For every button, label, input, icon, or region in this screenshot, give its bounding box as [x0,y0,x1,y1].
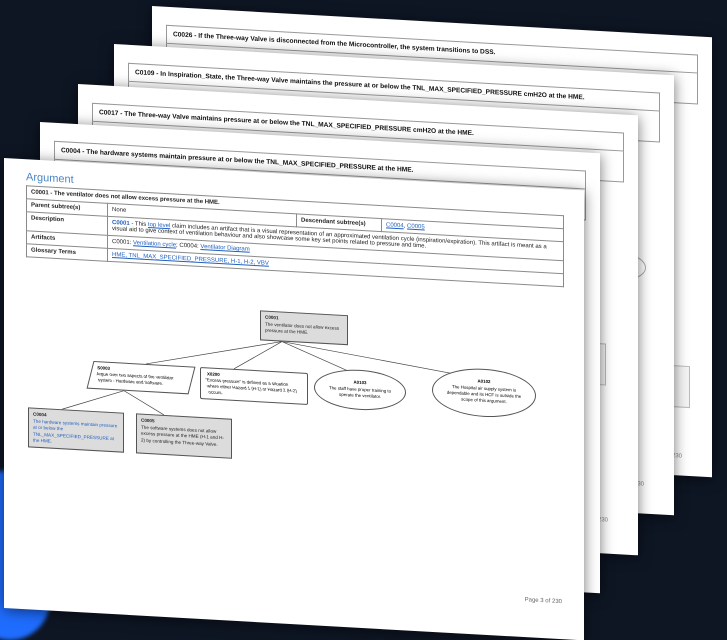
context-node: X0200 "Excess pressure" is defined as a … [200,366,308,405]
goal-node-hardware: C0004 The hardware systems maintain pres… [28,407,124,453]
document-page-front: Argument C0001 - The ventilator does not… [4,158,584,640]
descendant-link[interactable]: C0004 [386,222,404,229]
goal-node-root: C0001 The ventilator does not allow exce… [260,310,348,346]
goal-node-software: C0005 The software systems does not allo… [136,413,232,459]
strategy-node: S0003 Argue over two aspects of the vent… [86,361,196,395]
artifact-link[interactable]: Ventilator Diagram [200,244,249,253]
argument-diagram: C0001 The ventilator does not allow exce… [24,297,564,507]
artifact-link[interactable]: Ventilation cycle [133,240,176,248]
descendant-link[interactable]: C0005 [407,224,425,231]
